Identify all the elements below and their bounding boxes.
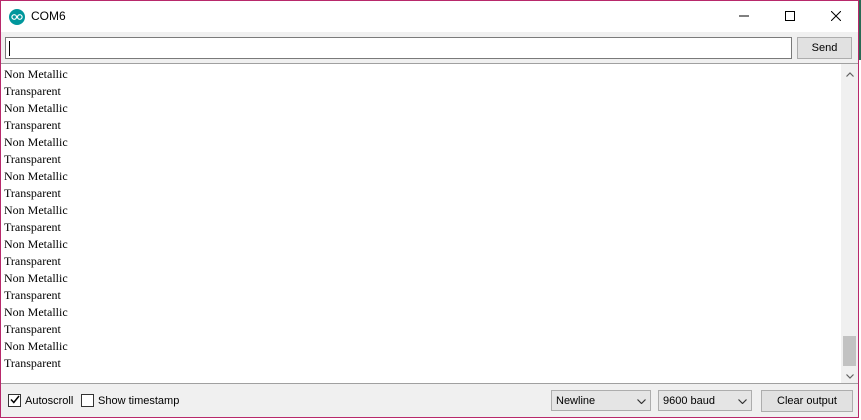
clear-output-button[interactable]: Clear output — [761, 390, 853, 412]
output-lines: Non Metallic Transparent Non Metallic Trans… — [4, 66, 68, 372]
output-line: Non Metallic — [4, 101, 68, 115]
output-line: Transparent — [4, 186, 61, 200]
window-title: COM6 — [31, 9, 66, 23]
send-button[interactable]: Send — [797, 37, 852, 59]
chevron-down-icon — [637, 395, 646, 407]
send-row: Send — [1, 32, 858, 63]
timestamp-label: Show timestamp — [98, 394, 180, 407]
output-line: Transparent — [4, 254, 61, 268]
serial-input[interactable] — [5, 37, 792, 59]
output-line: Non Metallic — [4, 237, 68, 251]
maximize-button[interactable] — [767, 1, 813, 32]
close-icon — [830, 8, 842, 26]
chevron-down-icon — [738, 395, 747, 407]
output-line: Non Metallic — [4, 271, 68, 285]
checkmark-icon — [9, 395, 20, 407]
minimize-icon — [739, 8, 749, 26]
timestamp-toggle[interactable]: Show timestamp — [81, 394, 179, 407]
output-line: Non Metallic — [4, 67, 68, 81]
scroll-up-button[interactable] — [841, 64, 858, 81]
output-line: Transparent — [4, 322, 61, 336]
output-line: Transparent — [4, 356, 61, 370]
output-line: Transparent — [4, 152, 61, 166]
maximize-icon — [785, 8, 795, 26]
output-line: Non Metallic — [4, 135, 68, 149]
baud-rate-value: 9600 baud — [663, 394, 715, 407]
output-line: Transparent — [4, 220, 61, 234]
timestamp-checkbox[interactable] — [81, 394, 94, 407]
baud-rate-select[interactable]: 9600 baud — [658, 390, 752, 411]
autoscroll-label: Autoscroll — [25, 394, 74, 407]
serial-output[interactable]: Non Metallic Transparent Non Metallic Trans… — [1, 63, 858, 384]
close-button[interactable] — [813, 1, 859, 32]
autoscroll-toggle[interactable]: Autoscroll — [8, 394, 73, 407]
bottom-toolbar: Autoscroll Show timestamp Newline 9600 b… — [1, 384, 858, 417]
text-cursor — [9, 41, 10, 56]
scroll-thumb[interactable] — [843, 336, 856, 366]
autoscroll-checkbox[interactable] — [8, 394, 21, 407]
scroll-down-button[interactable] — [841, 366, 858, 383]
output-line: Transparent — [4, 84, 61, 98]
arduino-icon — [9, 9, 25, 25]
output-line: Transparent — [4, 288, 61, 302]
vertical-scrollbar[interactable] — [841, 64, 858, 383]
output-line: Transparent — [4, 118, 61, 132]
chevron-down-icon — [845, 366, 854, 384]
output-line: Non Metallic — [4, 339, 68, 353]
chevron-up-icon — [845, 64, 854, 82]
output-line: Non Metallic — [4, 305, 68, 319]
serial-monitor-window: COM6 Send Non Metallic Transparent Non Met… — [0, 0, 859, 418]
minimize-button[interactable] — [721, 1, 767, 32]
line-ending-select[interactable]: Newline — [551, 390, 651, 411]
output-line: Non Metallic — [4, 169, 68, 183]
line-ending-value: Newline — [556, 394, 596, 407]
title-bar[interactable]: COM6 — [1, 1, 858, 32]
output-line: Non Metallic — [4, 203, 68, 217]
